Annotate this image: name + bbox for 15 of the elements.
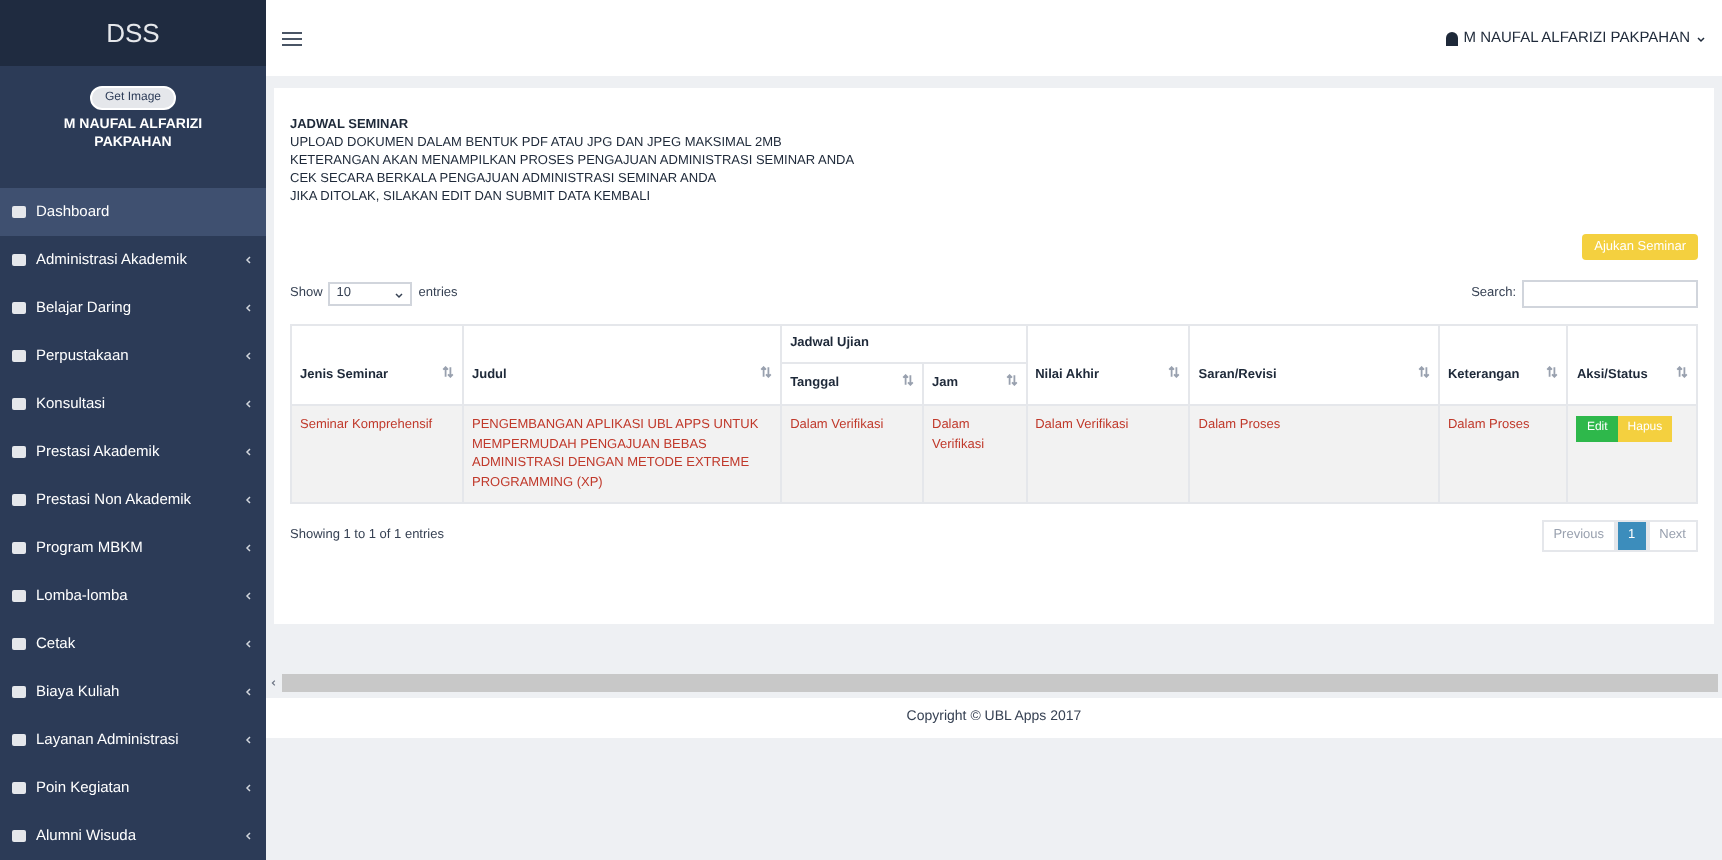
caret-icon xyxy=(394,289,405,299)
search-field[interactable] xyxy=(1522,280,1698,308)
scroll-left-icon[interactable] xyxy=(270,677,278,687)
sort-icon xyxy=(441,366,454,379)
sort-icon xyxy=(1417,366,1430,379)
brand-title: DSS xyxy=(0,0,266,66)
user-icon xyxy=(1445,31,1458,45)
sort-icon xyxy=(1676,366,1688,379)
sort-icon xyxy=(1168,366,1181,379)
sort-icon xyxy=(1546,366,1559,379)
horizontal-scrollbar[interactable] xyxy=(282,673,1718,691)
sort-icon xyxy=(1005,374,1018,387)
sort-icon xyxy=(760,366,773,379)
sort-icon xyxy=(902,374,914,387)
caret-icon xyxy=(1696,33,1706,43)
